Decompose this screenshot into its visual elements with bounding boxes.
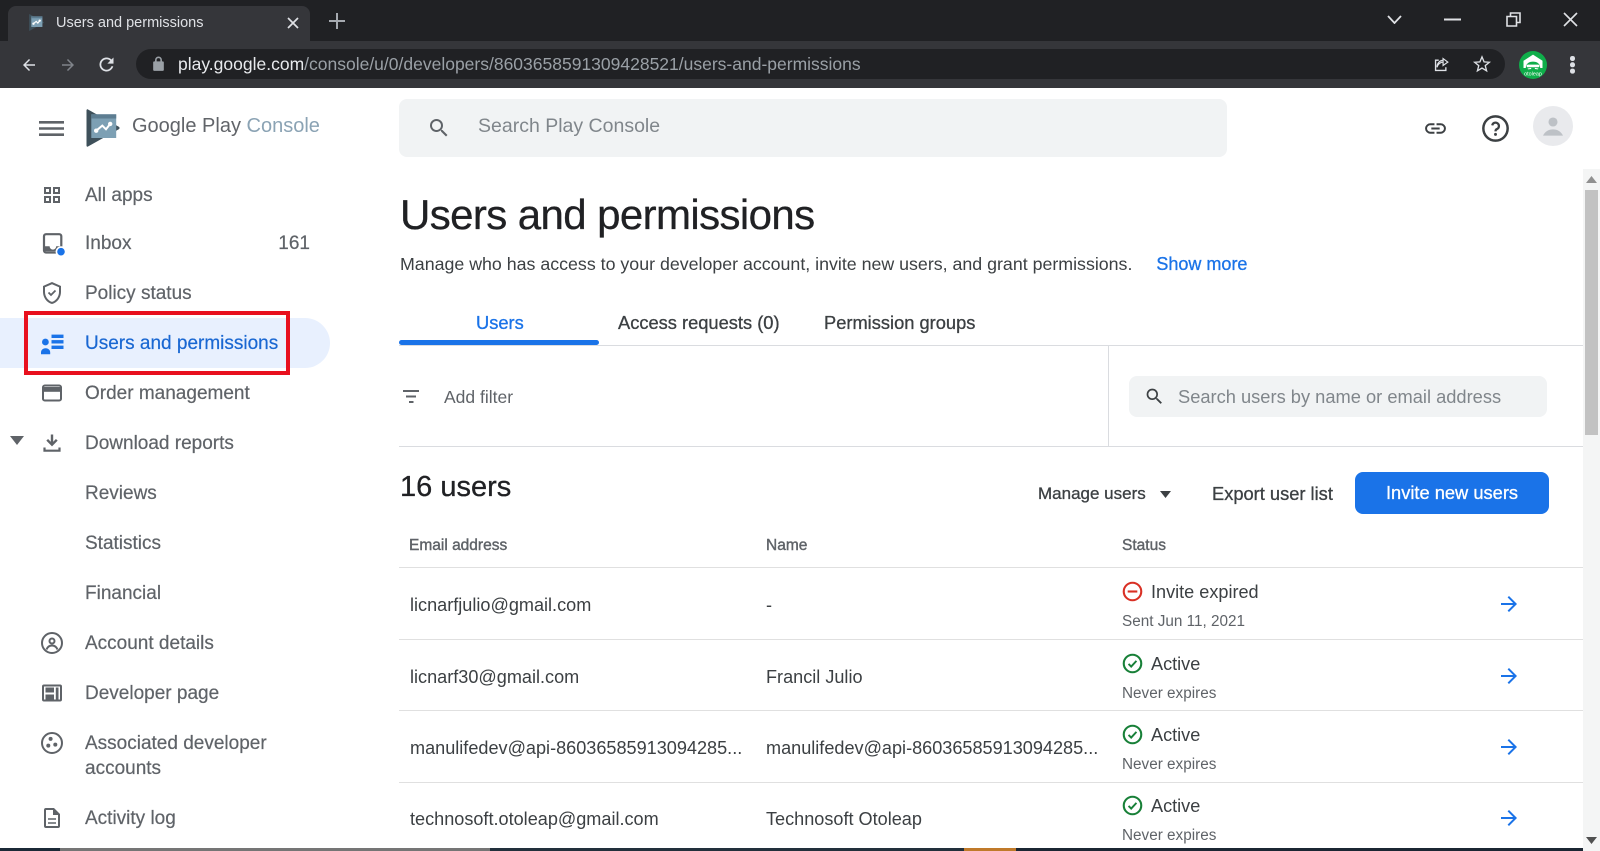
- svg-text:otoleap: otoleap: [1524, 71, 1542, 77]
